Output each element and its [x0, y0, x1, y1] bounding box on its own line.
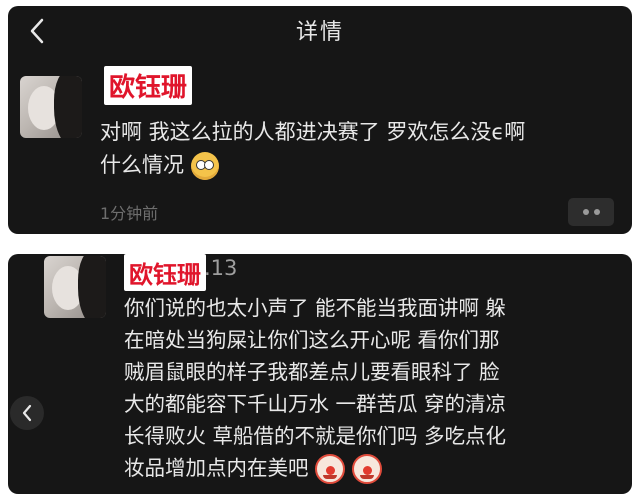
comment-timestamp: 1分钟前	[100, 204, 159, 223]
chevron-left-icon	[30, 18, 44, 44]
user-id-suffix: .13	[204, 256, 238, 280]
comment-line: 在暗处当狗屎让你们这么开心呢 看你们那	[124, 328, 500, 352]
comment-line: 妆品增加点内在美吧	[124, 452, 506, 484]
flushed-face-emoji	[190, 151, 219, 180]
more-options-button[interactable]	[568, 198, 614, 226]
clown-face-emoji	[351, 454, 382, 484]
chevron-left-icon	[22, 404, 32, 422]
top-navigation-bar: 详情	[8, 6, 632, 54]
user-avatar[interactable]	[44, 256, 106, 318]
more-dots-icon	[582, 209, 589, 215]
comment-text: 对啊 我这么拉的人都进决赛了 罗欢怎么没ϵ啊 什么情况	[100, 116, 525, 181]
username-label[interactable]: 欧钰珊	[104, 66, 193, 105]
comment-text: 你们说的也太小声了 能不能当我面讲啊 躲 在暗处当狗屎让你们这么开心呢 看你们那…	[124, 292, 506, 484]
username-label[interactable]: 欧钰珊	[124, 254, 206, 291]
back-button[interactable]	[22, 16, 52, 46]
user-avatar[interactable]	[20, 76, 82, 138]
comment-line: 大的都能容下千山万水 一群苦瓜 穿的清凉	[124, 392, 507, 416]
comment-detail-card-2: 欧钰珊 .13 你们说的也太小声了 能不能当我面讲啊 躲 在暗处当狗屎让你们这么…	[8, 254, 632, 494]
comment-line: 贼眉鼠眼的样子我都差点儿要看眼科了 脸	[124, 360, 500, 384]
clown-face-emoji	[315, 454, 346, 484]
previous-image-button[interactable]	[10, 396, 44, 430]
comment-line: 长得败火 草船借的不就是你们吗 多吃点化	[124, 424, 507, 448]
comment-line: 什么情况	[100, 149, 525, 182]
page-title: 详情	[295, 20, 344, 45]
comment-line: 对啊 我这么拉的人都进决赛了 罗欢怎么没ϵ啊	[100, 120, 526, 144]
comment-detail-card-1: 详情 欧钰珊 对啊 我这么拉的人都进决赛了 罗欢怎么没ϵ啊 什么情况 1分钟前	[8, 6, 632, 234]
comment-line: 你们说的也太小声了 能不能当我面讲啊 躲	[124, 296, 507, 320]
